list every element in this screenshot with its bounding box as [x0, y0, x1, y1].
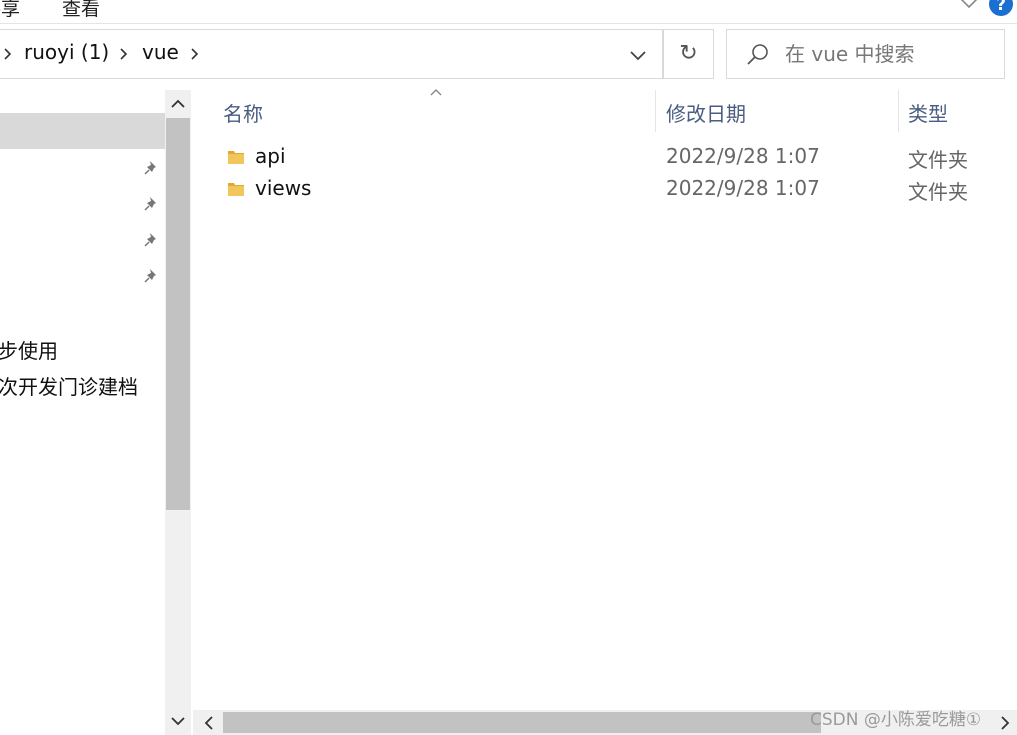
refresh-button[interactable]: ↻ [663, 29, 714, 79]
nav-scrollbar[interactable] [165, 90, 191, 735]
search-input[interactable] [785, 40, 995, 68]
file-row[interactable]: api 2022/9/28 1:07 文件夹 [221, 142, 1017, 174]
file-date-modified: 2022/9/28 1:07 [666, 176, 820, 200]
column-divider[interactable] [898, 90, 899, 132]
nav-item-sync[interactable]: 同步使用 [0, 335, 58, 364]
file-type: 文件夹 [908, 180, 968, 204]
column-divider[interactable] [655, 90, 656, 132]
chevron-right-icon[interactable] [119, 44, 129, 64]
scroll-down-icon[interactable] [165, 709, 191, 733]
horizontal-scroll-thumb[interactable] [223, 712, 821, 733]
pin-icon [144, 269, 156, 283]
address-bar[interactable]: ruoyi (1) vue [0, 29, 663, 79]
sort-ascending-icon [430, 89, 442, 96]
chevron-right-icon[interactable] [3, 44, 13, 64]
scroll-up-icon[interactable] [165, 92, 191, 116]
file-type: 文件夹 [908, 148, 968, 172]
pin-icon [144, 233, 156, 247]
pin-icon [144, 197, 156, 211]
column-header-date-modified[interactable]: 修改日期 [666, 98, 746, 127]
scroll-right-icon[interactable] [991, 711, 1017, 735]
ribbon-expand-chevron-icon[interactable] [958, 0, 980, 14]
folder-icon [228, 151, 244, 164]
breadcrumb-vue[interactable]: vue [142, 40, 179, 64]
search-icon [747, 44, 768, 65]
nav-item-dev-clinic[interactable]: 二次开发门诊建档 [0, 371, 138, 400]
file-row[interactable]: views 2022/9/28 1:07 文件夹 [221, 174, 1017, 206]
file-name[interactable]: views [255, 176, 311, 200]
column-header-type[interactable]: 类型 [908, 98, 948, 127]
breadcrumb-ruoyi[interactable]: ruoyi (1) [24, 40, 109, 64]
navigation-pane: 同步使用 二次开发门诊建档 图 [0, 90, 165, 735]
ribbon-tabs: 共享 查看 ? [0, 0, 1017, 24]
tab-share[interactable]: 共享 [0, 0, 20, 21]
chevron-right-icon[interactable] [190, 44, 200, 64]
nav-scroll-thumb[interactable] [166, 118, 190, 510]
column-header-name[interactable]: 名称 [223, 98, 263, 127]
nav-selected-item[interactable] [0, 113, 165, 149]
refresh-icon: ↻ [679, 41, 698, 66]
watermark: CSDN @小陈爱吃糖① [810, 710, 982, 730]
tab-view[interactable]: 查看 [62, 0, 100, 21]
pin-icon [144, 161, 156, 175]
file-date-modified: 2022/9/28 1:07 [666, 144, 820, 168]
folder-icon [228, 183, 244, 196]
help-icon[interactable]: ? [989, 0, 1013, 16]
search-box[interactable] [726, 29, 1005, 79]
file-name[interactable]: api [255, 144, 286, 168]
file-list: 名称 修改日期 类型 api 2022/9/28 1:07 文件夹 views … [193, 89, 1017, 710]
scroll-left-icon[interactable] [197, 711, 223, 735]
chevron-down-icon[interactable] [625, 44, 651, 66]
